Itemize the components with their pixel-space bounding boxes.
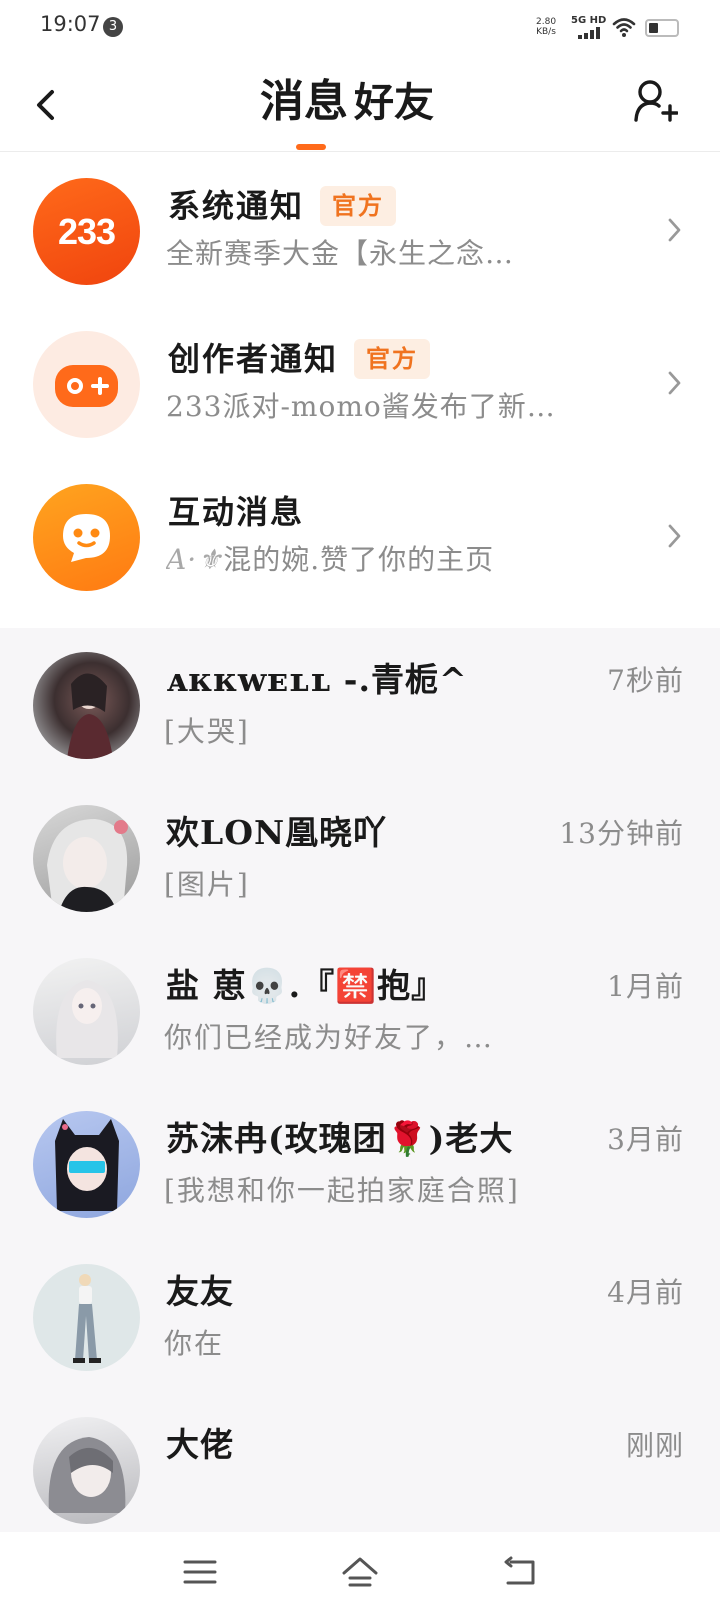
official-badge: 官方 — [320, 186, 397, 226]
chat-preview: [我想和你一起拍家庭合照] — [164, 1174, 520, 1207]
back-arrow-icon[interactable] — [30, 84, 66, 126]
svg-text:233: 233 — [58, 211, 115, 252]
avatar — [33, 1264, 140, 1371]
chat-time: 3月前 — [607, 1123, 684, 1156]
233-logo-icon: 233 — [33, 178, 140, 285]
chat-row[interactable]: 盐 葸💀.『🈲抱』 1月前 你们已经成为好友了，… — [0, 934, 720, 1090]
tab-messages[interactable]: 消息 — [260, 72, 348, 132]
notice-title-row: 系统通知 官方 — [168, 183, 397, 229]
avatar — [33, 1417, 140, 1524]
tab-bar: 消息 好友 — [258, 72, 468, 152]
chevron-right-icon — [668, 371, 681, 395]
chat-name: 盐 葸💀.『🈲抱』 — [166, 966, 446, 1005]
avatar — [33, 805, 140, 912]
notice-row-creator[interactable]: 创作者通知 官方 233派对-momo酱发布了新… — [0, 306, 720, 464]
chevron-right-icon — [668, 524, 681, 548]
chat-name: 苏沫冉(玫瑰团🌹)老大 — [166, 1119, 514, 1158]
chevron-right-icon — [668, 218, 681, 242]
notice-subtitle-text: 混的婉.赞了你的主页 — [223, 543, 495, 576]
signal-icon — [578, 27, 604, 39]
chat-row[interactable]: 苏沫冉(玫瑰团🌹)老大 3月前 [我想和你一起拍家庭合照] — [0, 1087, 720, 1243]
chat-row[interactable]: 友友 4月前 你在 — [0, 1240, 720, 1396]
chat-row[interactable]: ᴀᴋᴋᴡᴇʟʟ -.青栀^ 7秒前 [大哭] — [0, 628, 720, 784]
menu-icon[interactable] — [180, 1552, 220, 1592]
chat-preview: 你在 — [164, 1327, 225, 1360]
avatar — [33, 1111, 140, 1218]
network-speed-value: 2.80 — [536, 17, 557, 27]
network-speed: 2.80 KB/s — [536, 17, 556, 37]
gamepad-icon — [33, 331, 140, 438]
status-time: 19:07 — [40, 12, 101, 36]
notice-title: 互动消息 — [168, 493, 305, 531]
chat-preview: [图片] — [164, 868, 250, 901]
active-tab-indicator — [296, 144, 326, 150]
chat-name: 友友 — [166, 1272, 234, 1311]
chat-name: 大佬 — [166, 1425, 234, 1464]
home-icon[interactable] — [340, 1552, 380, 1592]
notice-subtitle: 全新赛季大金【永生之念… — [166, 237, 515, 270]
chat-preview: [大哭] — [164, 715, 250, 748]
chat-time: 1月前 — [607, 970, 684, 1003]
tab-friends[interactable]: 好友 — [354, 72, 434, 132]
official-badge: 官方 — [354, 339, 431, 379]
notice-section: 233 系统通知 官方 全新赛季大金【永生之念… 创作者通知 官方 233派对-mo… — [0, 153, 720, 628]
network-speed-unit: KB/s — [536, 27, 556, 37]
notice-subtitle: A·⚜混的婉.赞了你的主页 — [166, 541, 628, 579]
notice-title: 创作者通知 — [168, 340, 339, 378]
avatar — [33, 958, 140, 1065]
wifi-icon — [612, 18, 636, 37]
notification-count-badge: 3 — [103, 17, 123, 37]
add-friend-icon[interactable] — [632, 76, 678, 128]
notice-title-row: 互动消息 — [168, 489, 304, 535]
chat-name: 欢LON凰晓吖 — [166, 813, 388, 852]
status-bar: 19:07 3 2.80 KB/s 5G HD — [0, 0, 720, 52]
chat-time: 7秒前 — [607, 664, 684, 697]
chat-time: 刚刚 — [625, 1429, 684, 1462]
back-icon[interactable] — [500, 1552, 540, 1592]
chat-time: 4月前 — [607, 1276, 684, 1309]
chat-bubble-face-icon — [33, 484, 140, 591]
avatar — [33, 652, 140, 759]
chat-row[interactable]: 欢LON凰晓吖 13分钟前 [图片] — [0, 781, 720, 937]
notice-subtitle: 233派对-momo酱发布了新… — [166, 390, 556, 423]
chat-preview: 你们已经成为好友了，… — [164, 1021, 495, 1054]
header: 消息 好友 — [0, 60, 720, 152]
network-type-label: 5G HD — [571, 15, 607, 26]
battery-icon — [645, 19, 679, 37]
notice-row-interaction[interactable]: 互动消息 A·⚜混的婉.赞了你的主页 — [0, 459, 720, 617]
system-nav-bar — [0, 1532, 720, 1612]
notice-title: 系统通知 — [168, 187, 305, 225]
sender-prefix: A·⚜ — [166, 543, 224, 576]
chat-name: ᴀᴋᴋᴡᴇʟʟ -.青栀^ — [166, 660, 468, 699]
chat-list: ᴀᴋᴋᴡᴇʟʟ -.青栀^ 7秒前 [大哭] 欢LON凰晓吖 13分钟前 [图片… — [0, 628, 720, 1532]
chat-row[interactable]: 大佬 刚刚 — [0, 1393, 720, 1532]
chat-time: 13分钟前 — [559, 817, 684, 850]
notice-title-row: 创作者通知 官方 — [168, 336, 431, 382]
notice-row-system[interactable]: 233 系统通知 官方 全新赛季大金【永生之念… — [0, 153, 720, 311]
